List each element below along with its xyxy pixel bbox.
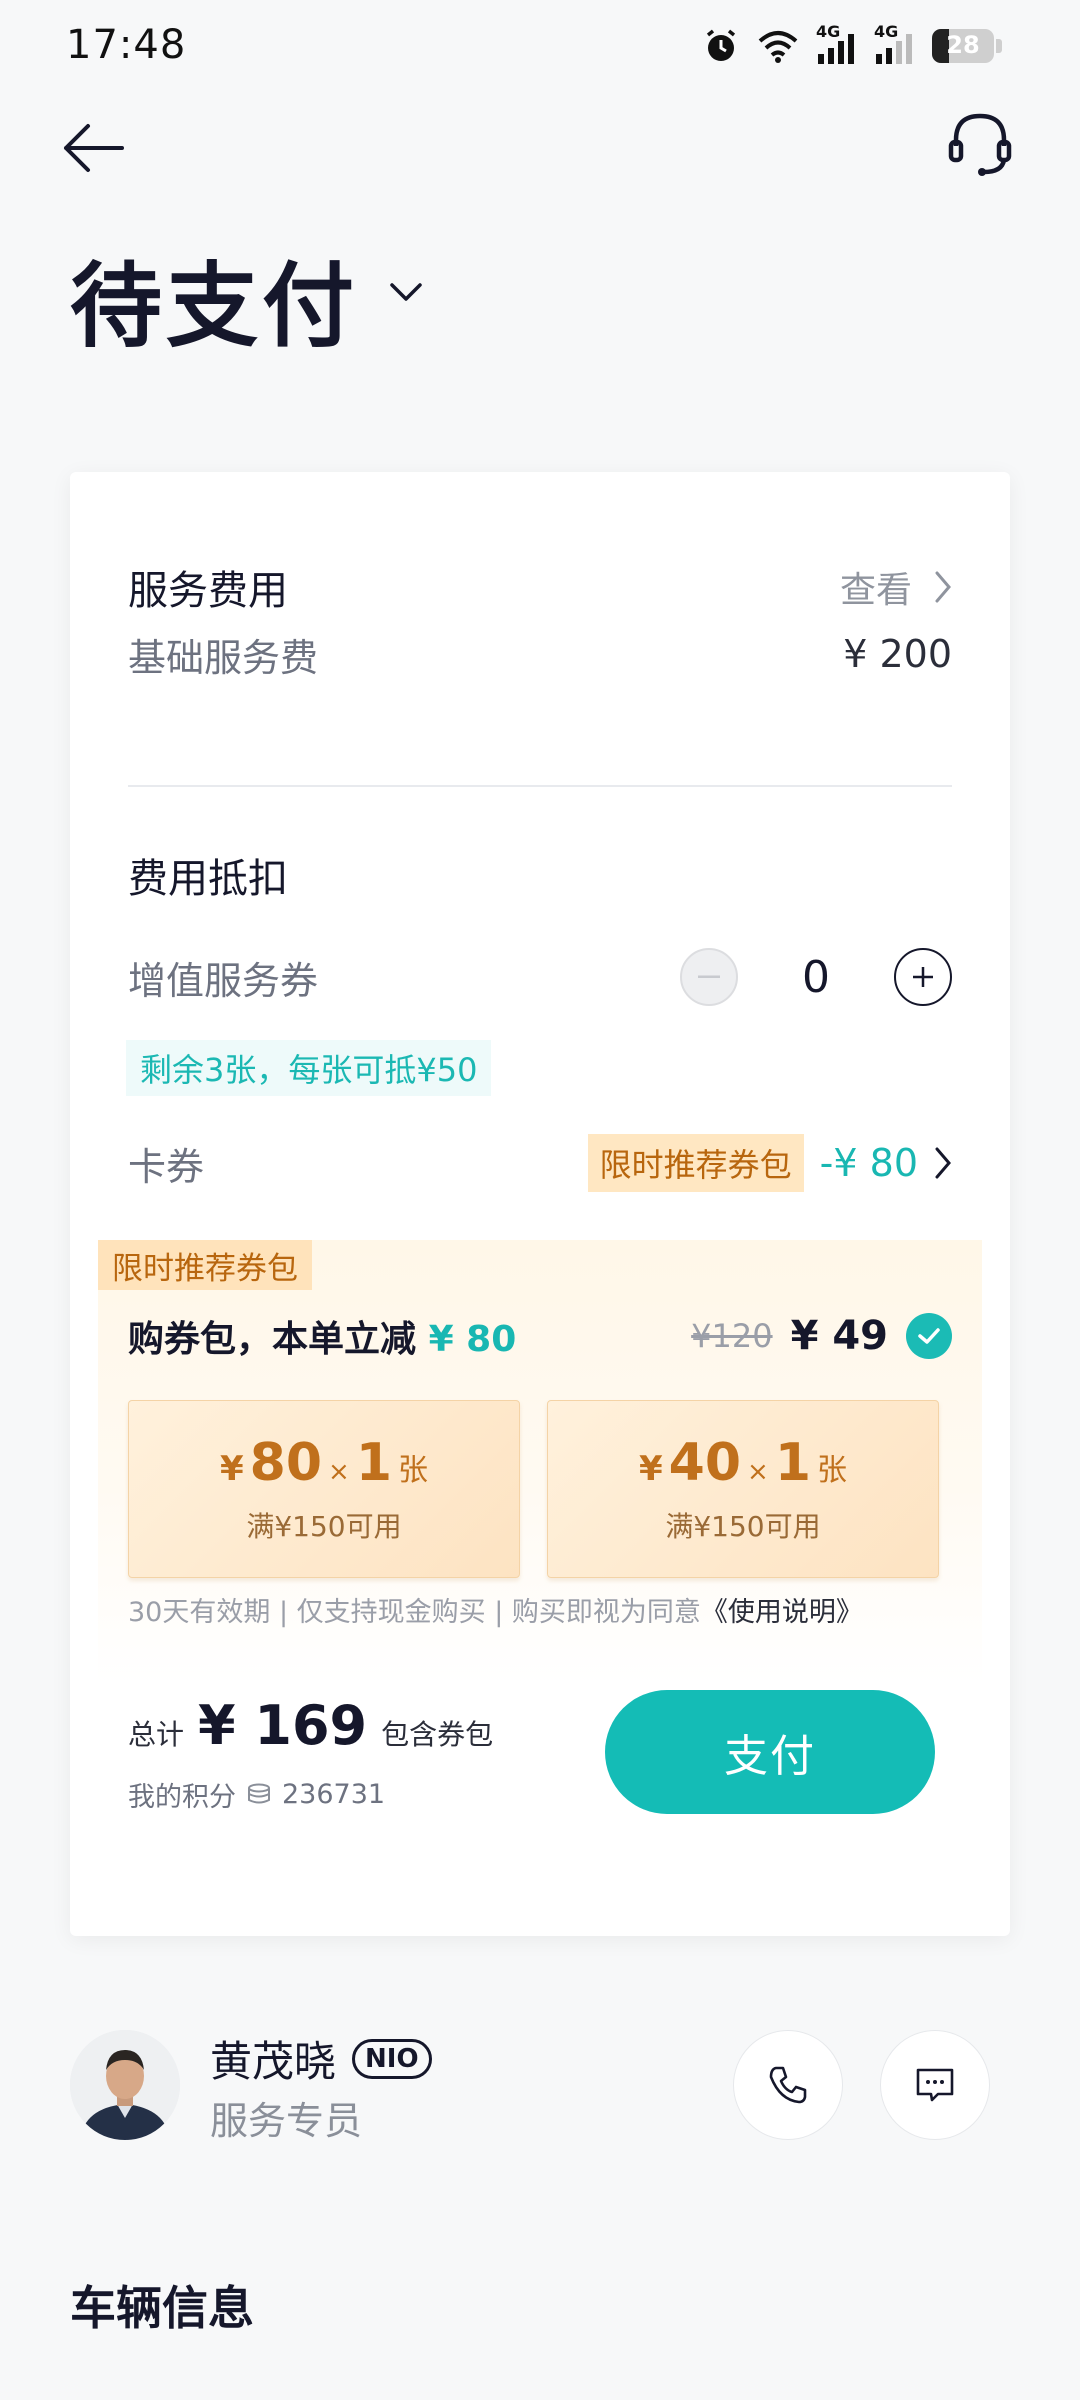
- pack-terms: 30天有效期 | 仅支持现金购买 | 购买即视为同意《使用说明》: [128, 1590, 863, 1629]
- battery-cap: [996, 39, 1002, 53]
- base-fee-row: 基础服务费 ¥ 200: [128, 624, 952, 684]
- base-fee-value: ¥ 200: [843, 632, 952, 676]
- coupon-amount: ¥ 80 × 1 张: [220, 1433, 428, 1493]
- message-icon: [916, 2068, 954, 2102]
- nio-badge: NIO: [352, 2038, 432, 2079]
- specialist-name-row: 黄茂晓 NIO: [210, 2028, 432, 2089]
- coupon-value: 80: [249, 1433, 323, 1493]
- total-amount: ¥ 169: [198, 1694, 368, 1757]
- deduction-title: 费用抵扣: [128, 856, 288, 902]
- view-fees-link[interactable]: 查看: [840, 561, 952, 613]
- coupon-times: ×: [328, 1457, 350, 1487]
- signal-1: 4G: [816, 22, 856, 66]
- coupon-times: ×: [747, 1457, 769, 1487]
- payment-card: 服务费用 查看 基础服务费 ¥ 200 费用抵扣 增值服务券 0 剩余3张，每张…: [70, 472, 1010, 1936]
- coupon-condition: 满¥150可用: [246, 1510, 402, 1543]
- pack-title-prefix: 购券包，本单立减: [128, 1319, 417, 1360]
- voucher-tip: 剩余3张，每张可抵¥50: [126, 1040, 492, 1096]
- back-button[interactable]: [58, 108, 128, 188]
- status-dropdown-toggle[interactable]: [386, 272, 426, 312]
- view-label: 查看: [839, 570, 912, 611]
- coupon-discount: -¥ 80: [819, 1141, 918, 1185]
- usage-instructions-link[interactable]: 《使用说明》: [701, 1597, 863, 1628]
- points-value: 236731: [282, 1779, 386, 1810]
- specialist-name: 黄茂晓: [210, 2037, 337, 2086]
- pack-select-checkbox[interactable]: [906, 1313, 952, 1359]
- coupon-value: 40: [668, 1433, 742, 1493]
- pack-tag: 限时推荐券包: [98, 1240, 312, 1290]
- battery-level: 28: [946, 31, 980, 59]
- voucher-count: 0: [802, 951, 830, 1003]
- signal-bars-icon: [818, 34, 854, 64]
- total-note: 包含券包: [381, 1718, 494, 1751]
- promo-tag: 限时推荐券包: [587, 1134, 804, 1192]
- deduction-header: 费用抵扣: [128, 840, 952, 910]
- battery-icon: 28: [932, 29, 994, 63]
- coupon-label: 卡券: [128, 1144, 205, 1189]
- pack-price: ¥120 ¥ 49: [691, 1313, 952, 1359]
- customer-support-button[interactable]: [940, 104, 1020, 184]
- phone-icon: [769, 2066, 807, 2104]
- headset-icon: [948, 113, 1012, 176]
- pack-title: 购券包，本单立减 ¥ 80: [128, 1310, 516, 1362]
- coupon-ticket: ¥ 40 × 1 张 满¥150可用: [547, 1400, 939, 1578]
- coupon-amount: ¥ 40 × 1 张: [639, 1433, 847, 1493]
- arrow-left-icon: [64, 124, 124, 172]
- person-photo: [70, 2030, 180, 2140]
- divider: [128, 785, 952, 787]
- fees-header: 服务费用 查看: [128, 552, 952, 622]
- points-label: 我的积分: [128, 1782, 236, 1813]
- chevron-right-icon: [935, 1147, 951, 1179]
- page-title: 待支付: [70, 253, 359, 360]
- voucher-decrement-button[interactable]: [680, 948, 738, 1006]
- wifi-icon: [758, 31, 798, 63]
- pay-button[interactable]: 支付: [605, 1690, 935, 1814]
- plus-icon: [913, 967, 933, 987]
- coupon-unit: 张: [817, 1453, 848, 1488]
- coupon-row[interactable]: 卡券 限时推荐券包 -¥ 80: [128, 1128, 952, 1198]
- fees-title: 服务费用: [128, 568, 288, 614]
- chevron-right-icon: [935, 571, 951, 603]
- base-fee-label: 基础服务费: [128, 635, 319, 680]
- total-line: 总计 ¥ 169 包含券包: [128, 1694, 493, 1757]
- voucher-stepper: 0: [680, 948, 952, 1006]
- pack-new-price: ¥ 49: [790, 1313, 888, 1359]
- specialist-role: 服务专员: [210, 2099, 363, 2143]
- pack-header: 购券包，本单立减 ¥ 80 ¥120 ¥ 49: [128, 1310, 952, 1362]
- status-time: 17:48: [66, 22, 187, 68]
- minus-icon: [698, 975, 720, 978]
- pack-title-amount: ¥ 80: [428, 1319, 517, 1360]
- points-line: 我的积分 236731: [128, 1775, 493, 1814]
- total-block: 总计 ¥ 169 包含券包 我的积分 236731: [128, 1694, 493, 1814]
- signal-2: 4G: [874, 22, 914, 66]
- vehicle-info-title: 车辆信息: [70, 2281, 254, 2335]
- coupon-ticket: ¥ 80 × 1 张 满¥150可用: [128, 1400, 520, 1578]
- avatar: [70, 2030, 180, 2140]
- voucher-row: 增值服务券 0: [128, 942, 952, 1012]
- message-button[interactable]: [880, 2030, 990, 2140]
- coupon-selector[interactable]: 限时推荐券包 -¥ 80: [587, 1134, 952, 1192]
- total-label: 总计: [128, 1718, 185, 1751]
- coin-stack-icon: [248, 1783, 270, 1803]
- coupon-yen: ¥: [219, 1449, 244, 1489]
- status-icons: 4G 4G 28: [702, 22, 1002, 68]
- coupon-condition: 满¥150可用: [665, 1510, 821, 1543]
- terms-text: 30天有效期 | 仅支持现金购买 | 购买即视为同意: [128, 1597, 701, 1628]
- alarm-icon: [706, 29, 736, 61]
- voucher-increment-button[interactable]: [894, 948, 952, 1006]
- checkmark-icon: [918, 1328, 940, 1344]
- pack-old-price: ¥120: [691, 1317, 773, 1355]
- coupon-unit: 张: [398, 1453, 429, 1488]
- signal-bars-icon: [876, 34, 912, 64]
- coupon-qty: 1: [355, 1433, 393, 1493]
- chevron-down-icon: [390, 283, 422, 301]
- coupon-yen: ¥: [638, 1449, 663, 1489]
- voucher-label: 增值服务券: [128, 958, 319, 1003]
- call-button[interactable]: [733, 2030, 843, 2140]
- status-bar: 17:48 4G 4G 28: [0, 0, 1080, 90]
- coupon-qty: 1: [774, 1433, 812, 1493]
